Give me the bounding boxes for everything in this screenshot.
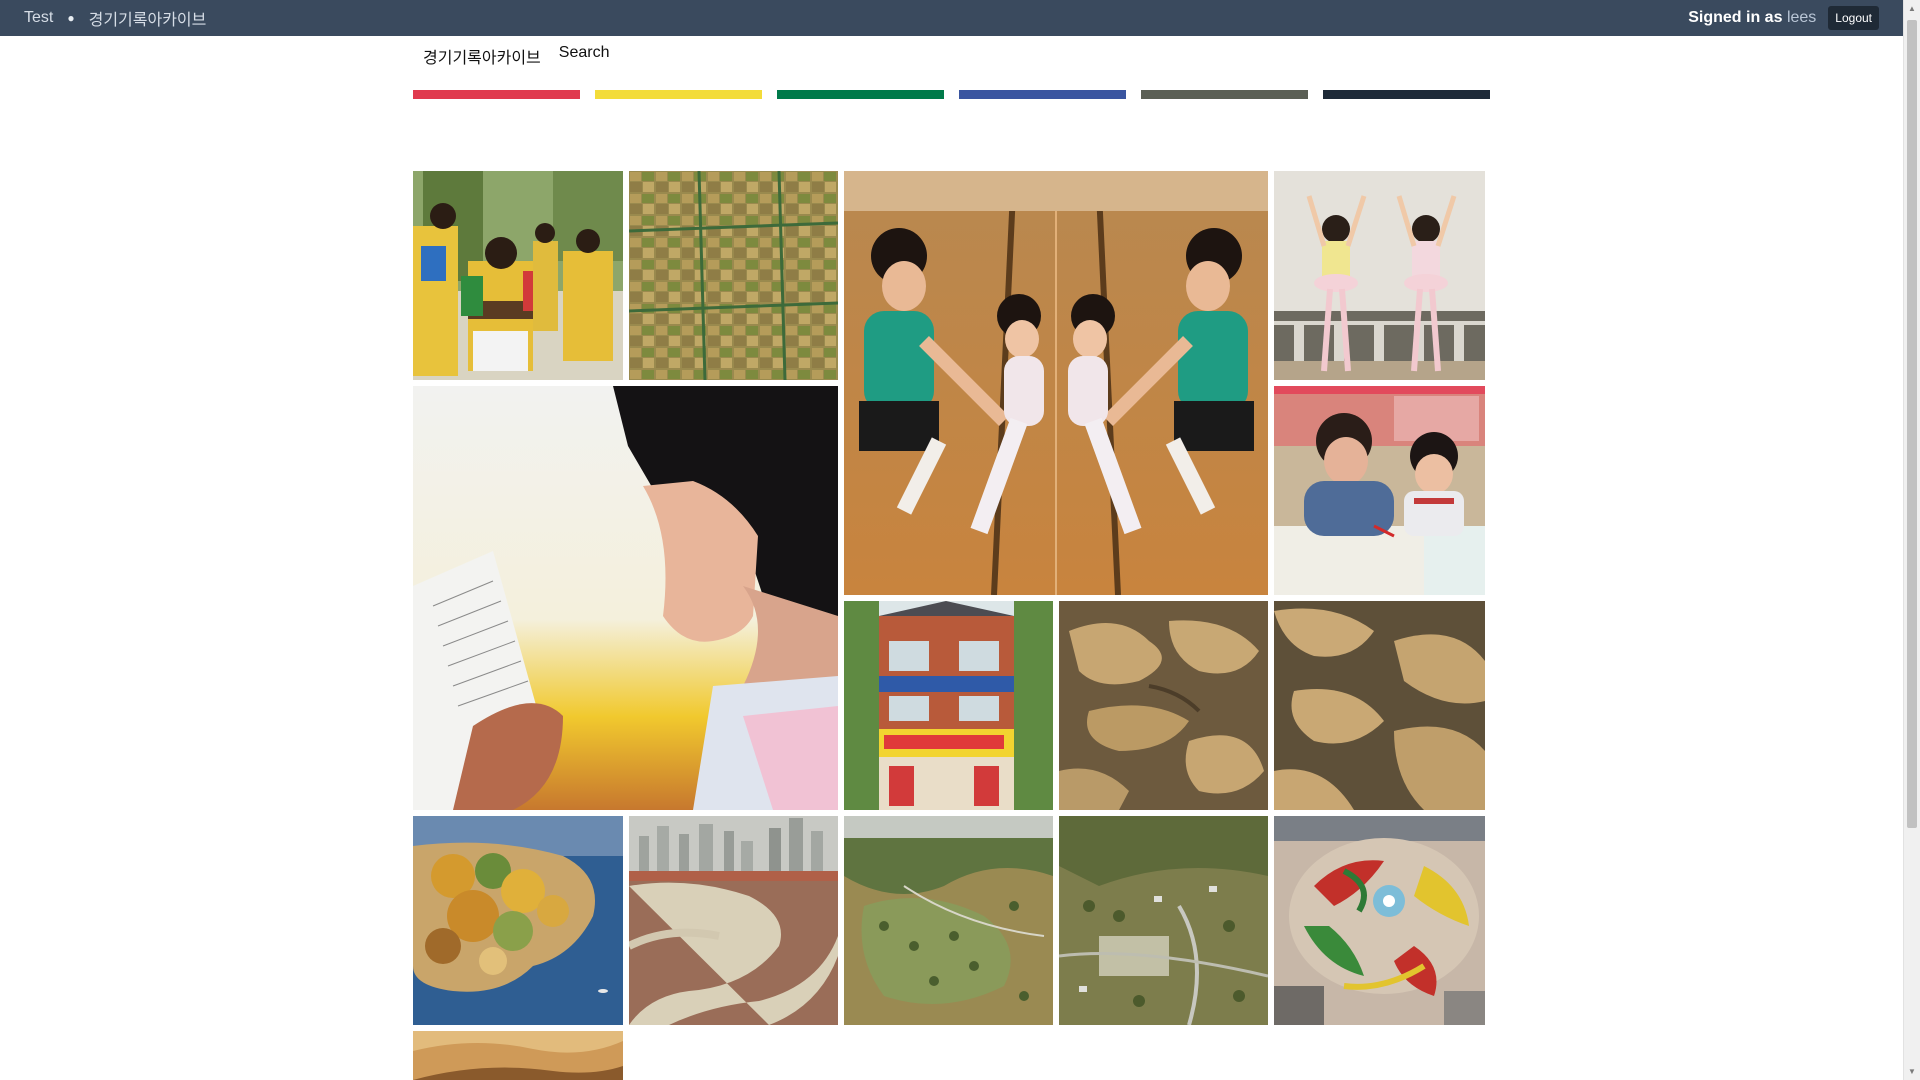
- username-link[interactable]: lees: [1787, 9, 1816, 26]
- ballet-girls-photo-icon: [1274, 171, 1485, 380]
- photo-mudflat-1[interactable]: [1059, 601, 1268, 810]
- admin-bar-left: Test ● 경기기록아카이브: [24, 6, 206, 30]
- teacher-student-photo-icon: [1274, 386, 1485, 595]
- photo-ballet-class[interactable]: [844, 171, 1268, 595]
- farmland-aerial-photo-icon: [629, 171, 838, 380]
- stripe-yellow: [595, 90, 762, 99]
- photo-desert-dunes[interactable]: [413, 1031, 623, 1080]
- nav-home-link[interactable]: 경기기록아카이브: [423, 44, 541, 68]
- photo-grid: [413, 171, 1485, 1080]
- children-dance-photo-icon: [413, 171, 623, 380]
- autumn-island-photo-icon: [413, 816, 623, 1025]
- hill-aerial-photo-icon: [844, 816, 1053, 1025]
- scroll-down-arrow-icon[interactable]: ▼: [1904, 1063, 1920, 1080]
- tidal-flat-city-photo-icon: [629, 816, 838, 1025]
- photo-hill-aerial[interactable]: [844, 816, 1053, 1025]
- separator-dot: ●: [67, 11, 75, 25]
- photo-village-aerial[interactable]: [1059, 816, 1268, 1025]
- site-nav: 경기기록아카이브 Search: [423, 44, 609, 68]
- photo-mudflat-2[interactable]: [1274, 601, 1485, 810]
- stripe-gray: [1141, 90, 1308, 99]
- vertical-scrollbar[interactable]: ▲ ▼: [1903, 0, 1920, 1080]
- archive-link[interactable]: 경기기록아카이브: [89, 6, 207, 30]
- scroll-up-arrow-icon[interactable]: ▲: [1904, 0, 1920, 17]
- mudflat-aerial-2-photo-icon: [1274, 601, 1485, 810]
- photo-flower-garden[interactable]: [1274, 816, 1485, 1025]
- site-link[interactable]: Test: [24, 9, 53, 27]
- stripe-green: [777, 90, 944, 99]
- logout-button[interactable]: Logout: [1828, 6, 1879, 30]
- photo-children-dance[interactable]: [413, 171, 623, 380]
- photo-shop-building[interactable]: [844, 601, 1053, 810]
- signed-in-prefix: Signed in as: [1688, 9, 1783, 26]
- mudflat-aerial-photo-icon: [1059, 601, 1268, 810]
- photo-autumn-island[interactable]: [413, 816, 623, 1025]
- stripe-navy: [1323, 90, 1490, 99]
- photo-ballet-girls[interactable]: [1274, 171, 1485, 380]
- ballet-class-mirror-photo-icon: [844, 171, 1268, 595]
- photo-tidal-flat-city[interactable]: [629, 816, 838, 1025]
- scrollbar-thumb[interactable]: [1907, 20, 1917, 828]
- signed-in-text: Signed in as lees: [1688, 9, 1816, 27]
- admin-bar: Test ● 경기기록아카이브 Signed in as lees Logout: [0, 0, 1903, 36]
- photo-girl-reading[interactable]: [413, 386, 838, 810]
- color-stripes: [413, 90, 1491, 99]
- flower-garden-aerial-photo-icon: [1274, 816, 1485, 1025]
- shop-building-photo-icon: [844, 601, 1053, 810]
- village-aerial-photo-icon: [1059, 816, 1268, 1025]
- stripe-blue: [959, 90, 1126, 99]
- nav-search-link[interactable]: Search: [559, 44, 610, 68]
- desert-dunes-photo-icon: [413, 1031, 623, 1080]
- photo-teacher-student[interactable]: [1274, 386, 1485, 595]
- photo-farmland-aerial[interactable]: [629, 171, 838, 380]
- stripe-red: [413, 90, 580, 99]
- girl-reading-photo-icon: [413, 386, 838, 810]
- admin-bar-right: Signed in as lees Logout: [1688, 6, 1879, 30]
